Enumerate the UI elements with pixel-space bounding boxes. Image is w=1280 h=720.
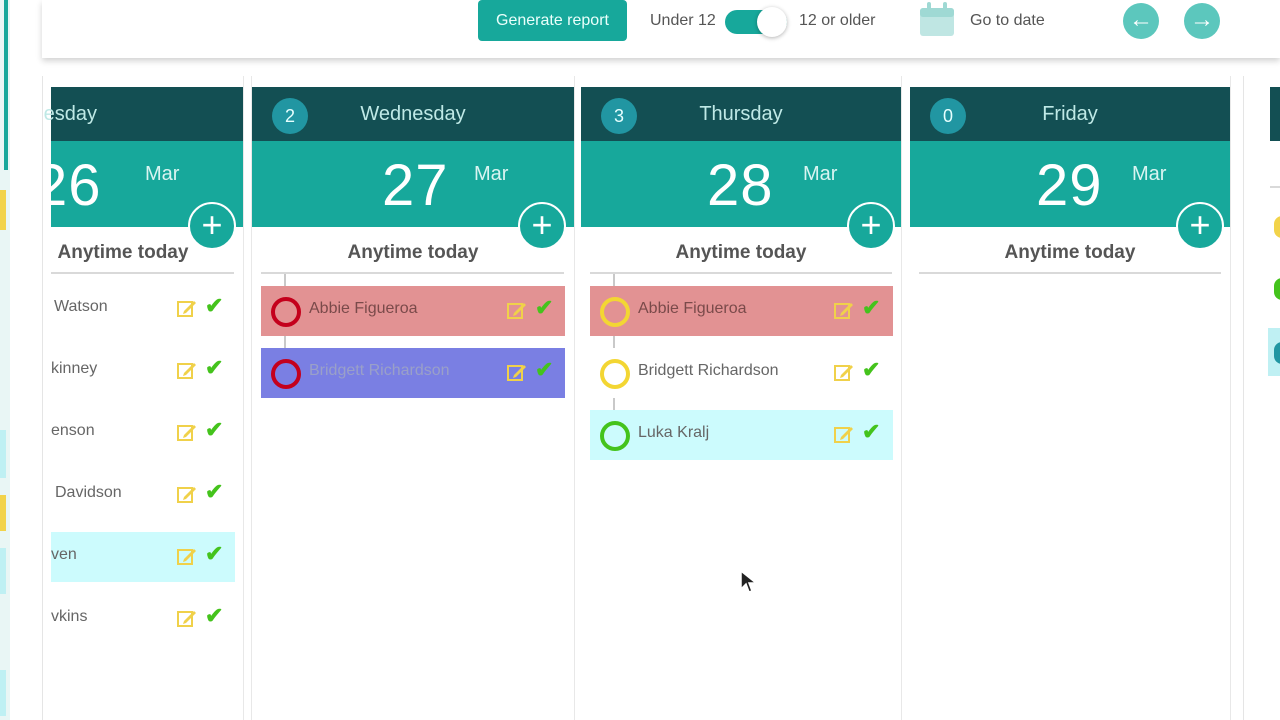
day-number: 28	[707, 153, 774, 218]
patient-name: ven	[51, 546, 77, 563]
appointment-card[interactable]: kinney ✔	[51, 346, 235, 396]
day-number: 26	[43, 153, 102, 218]
anytime-label: Anytime today	[1004, 242, 1136, 263]
edit-icon[interactable]	[507, 362, 527, 382]
edit-icon[interactable]	[507, 300, 527, 320]
anytime-label: Anytime today	[675, 242, 807, 263]
appointment-card[interactable]: vkins ✔	[51, 594, 235, 644]
appointment-card[interactable]: Davidson ✔	[51, 470, 235, 520]
check-icon[interactable]: ✔	[535, 358, 553, 382]
month-label: Mar	[803, 163, 838, 185]
day-name: Friday	[1042, 103, 1098, 125]
mouse-cursor-icon	[740, 570, 758, 593]
patient-name: enson	[51, 422, 95, 439]
patient-name: Abbie Figueroa	[638, 300, 747, 317]
check-icon[interactable]: ✔	[205, 604, 223, 628]
check-icon[interactable]: ✔	[205, 542, 223, 566]
patient-name: Abbie Figueroa	[309, 300, 418, 317]
status-ring-icon	[271, 297, 301, 327]
month-label: Mar	[1132, 163, 1167, 185]
check-icon[interactable]: ✔	[205, 418, 223, 442]
day-number: 29	[1036, 153, 1103, 218]
month-label: Mar	[145, 163, 180, 185]
check-icon[interactable]: ✔	[205, 480, 223, 504]
anytime-label: Anytime today	[57, 242, 189, 263]
check-icon[interactable]: ✔	[862, 296, 880, 320]
patient-name: Luka Kralj	[638, 424, 710, 441]
edit-icon[interactable]	[834, 362, 854, 382]
day-column-tuesday: Tuesday 26 Mar + Anytime today Watson ✔ …	[43, 76, 244, 720]
day-name: Wednesday	[360, 103, 466, 125]
status-ring-icon	[271, 359, 301, 389]
status-ring-icon	[600, 359, 630, 389]
edit-icon[interactable]	[177, 422, 197, 442]
day-name: Thursday	[699, 103, 783, 125]
patient-name: vkins	[51, 608, 88, 625]
generate-report-button[interactable]: Generate report	[478, 0, 627, 41]
check-icon[interactable]: ✔	[205, 294, 223, 318]
appointment-card[interactable]: ven ✔	[51, 532, 235, 582]
patient-name: Bridgett Richardson	[309, 362, 450, 379]
calendar-icon[interactable]	[918, 2, 956, 38]
anytime-label: Anytime today	[347, 242, 479, 263]
left-sidebar-edge	[0, 0, 10, 720]
patient-name: Bridgett Richardson	[638, 362, 779, 379]
twelve-or-older-label: 12 or older	[799, 12, 876, 29]
status-ring-icon	[600, 421, 630, 451]
patient-name: Davidson	[55, 484, 122, 501]
day-column-wednesday: 2 Wednesday 27 Mar + Anytime today Abbie…	[251, 76, 575, 720]
day-column-friday: 0 Friday 29 Mar + Anytime today	[910, 76, 1231, 720]
edit-icon[interactable]	[177, 546, 197, 566]
next-day-column-edge	[1258, 76, 1280, 720]
check-icon[interactable]: ✔	[205, 356, 223, 380]
appointment-card[interactable]: enson ✔	[51, 408, 235, 458]
month-label: Mar	[474, 163, 509, 185]
edit-icon[interactable]	[834, 424, 854, 444]
appointment-card[interactable]: Bridgett Richardson ✔	[261, 348, 565, 398]
go-to-date-link[interactable]: Go to date	[970, 12, 1045, 30]
appointment-card[interactable]: Luka Kralj ✔	[590, 410, 893, 460]
status-ring-icon	[600, 297, 630, 327]
under-12-label: Under 12	[650, 12, 716, 29]
appointment-card[interactable]: Abbie Figueroa ✔	[590, 286, 893, 336]
patient-name: Watson	[54, 298, 108, 315]
day-number: 27	[382, 153, 449, 218]
edit-icon[interactable]	[177, 608, 197, 628]
check-icon[interactable]: ✔	[862, 420, 880, 444]
check-icon[interactable]: ✔	[862, 358, 880, 382]
arrow-left-icon[interactable]: ←	[1123, 3, 1159, 39]
edit-icon[interactable]	[834, 300, 854, 320]
toolbar: Generate report Under 12 12 or older Go …	[42, 0, 1280, 58]
edit-icon[interactable]	[177, 360, 197, 380]
patient-name: kinney	[51, 360, 98, 377]
edit-icon[interactable]	[177, 484, 197, 504]
age-toggle[interactable]	[725, 7, 791, 37]
day-column-thursday: 3 Thursday 28 Mar + Anytime today Abbie …	[581, 76, 902, 720]
appointment-card[interactable]: Bridgett Richardson ✔	[590, 348, 893, 398]
edit-icon[interactable]	[177, 298, 197, 318]
appointment-card[interactable]: Abbie Figueroa ✔	[261, 286, 565, 336]
arrow-right-icon[interactable]: →	[1184, 3, 1220, 39]
check-icon[interactable]: ✔	[535, 296, 553, 320]
schedule-board: Tuesday 26 Mar + Anytime today Watson ✔ …	[42, 76, 1244, 720]
appointment-card[interactable]: Watson ✔	[51, 284, 235, 334]
day-name: Tuesday	[43, 103, 97, 125]
